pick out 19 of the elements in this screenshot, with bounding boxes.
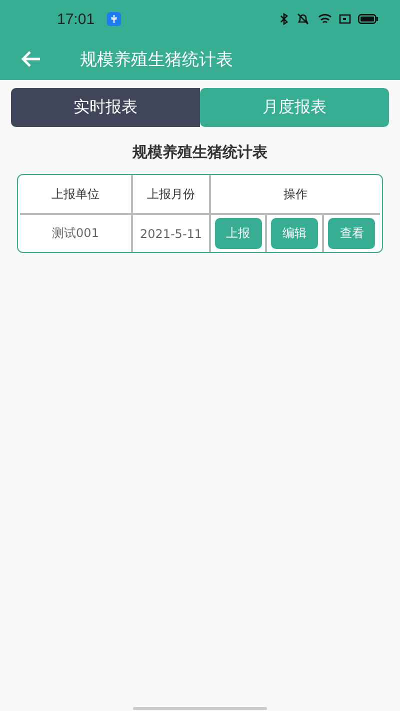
clock: 17:01 <box>57 10 95 28</box>
action-button[interactable]: 上报 <box>214 218 262 249</box>
column-header: 上报月份 <box>133 175 211 213</box>
mute-icon <box>295 13 311 25</box>
column-header: 上报单位 <box>20 175 133 213</box>
report-tab[interactable]: 月度报表 <box>200 88 389 127</box>
table-cell: 测试001 <box>20 215 133 252</box>
app-notification-icon <box>106 12 121 26</box>
report-title: 规模养殖生猪统计表 <box>131 143 268 162</box>
toolbar-title: 规模养殖生猪统计表 <box>80 48 233 70</box>
battery-icon <box>358 14 378 24</box>
action-button[interactable]: 编辑 <box>270 218 318 249</box>
wifi-icon <box>318 13 332 25</box>
report-tab[interactable]: 实时报表 <box>11 88 200 127</box>
table-cell: 2021-5-11 <box>133 215 211 252</box>
action-button[interactable]: 查看 <box>328 218 376 249</box>
column-header: 操作 <box>282 186 308 202</box>
screen-icon <box>339 14 351 24</box>
bluetooth-icon <box>280 13 288 25</box>
